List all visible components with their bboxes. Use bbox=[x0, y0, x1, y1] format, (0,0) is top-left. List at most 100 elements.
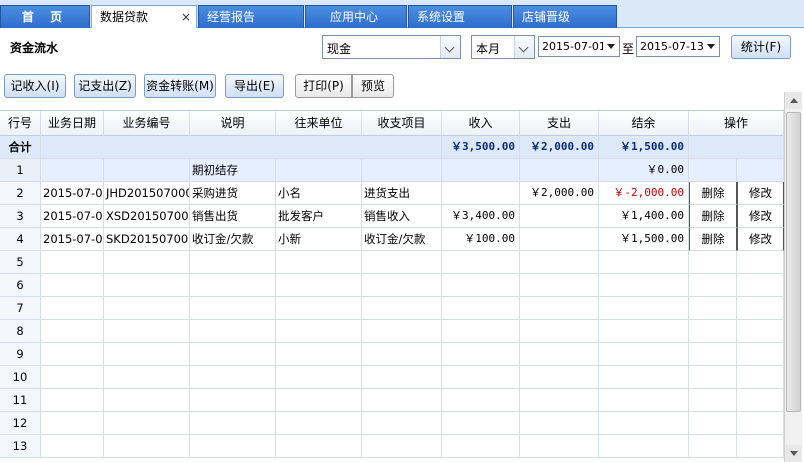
date-cell bbox=[41, 274, 104, 297]
action-cell bbox=[737, 435, 784, 458]
toolbar: 记收入(I) 记支出(Z) 资金转账(M) 导出(E) 打印(P) 预览 bbox=[0, 66, 804, 106]
edit-link[interactable]: 修改 bbox=[737, 205, 784, 228]
item-cell: 销售收入 bbox=[362, 205, 442, 228]
dropdown-arrow-icon[interactable] bbox=[703, 37, 719, 56]
income-cell bbox=[442, 274, 520, 297]
tab-bar: 首 页 数据贷款 × 经营报告 应用中心 系统设置 店铺晋级 bbox=[0, 0, 804, 29]
tab-app-center[interactable]: 应用中心 bbox=[305, 5, 407, 28]
edit-link[interactable]: 修改 bbox=[737, 228, 784, 251]
date-cell: 2015-07-08 bbox=[41, 228, 104, 251]
income-cell bbox=[442, 435, 520, 458]
tab-store-upgrade[interactable]: 店铺晋级 bbox=[513, 5, 617, 28]
table-row[interactable]: 6 bbox=[0, 274, 784, 297]
row-number: 3 bbox=[0, 205, 41, 228]
item-cell bbox=[362, 251, 442, 274]
party-cell bbox=[276, 412, 362, 435]
date-from-picker[interactable]: 2015-07-01 bbox=[538, 36, 620, 57]
action-cell bbox=[689, 320, 737, 343]
tab-business-report[interactable]: 经营报告 bbox=[198, 5, 304, 28]
description-cell bbox=[190, 343, 276, 366]
table-row[interactable]: 11 bbox=[0, 389, 784, 412]
row-number: 4 bbox=[0, 228, 41, 251]
balance-cell bbox=[599, 435, 689, 458]
action-cell bbox=[689, 343, 737, 366]
opening-balance-row[interactable]: 1 期初结存 ￥0.00 bbox=[0, 159, 784, 182]
fund-transfer-button[interactable]: 资金转账(M) bbox=[144, 74, 216, 98]
tab-home[interactable]: 首 页 bbox=[0, 5, 90, 28]
scroll-thumb[interactable] bbox=[786, 112, 801, 412]
column-header: 往来单位 bbox=[276, 111, 362, 136]
totals-actions-spacer bbox=[689, 136, 784, 159]
action-cell bbox=[737, 297, 784, 320]
tab-system-settings[interactable]: 系统设置 bbox=[408, 5, 512, 28]
item-cell bbox=[362, 343, 442, 366]
delete-link[interactable]: 删除 bbox=[689, 205, 737, 228]
date-range-to-label: 至 bbox=[622, 42, 635, 56]
date-cell bbox=[41, 389, 104, 412]
row-number: 2 bbox=[0, 182, 41, 205]
item-cell: 进货支出 bbox=[362, 182, 442, 205]
action-cell bbox=[737, 343, 784, 366]
scroll-up-icon[interactable] bbox=[785, 92, 802, 109]
date-cell bbox=[41, 412, 104, 435]
edit-link[interactable]: 修改 bbox=[737, 182, 784, 205]
action-cell bbox=[737, 366, 784, 389]
scroll-down-icon[interactable] bbox=[785, 445, 802, 462]
expense-cell bbox=[520, 412, 599, 435]
table-row[interactable]: 13 bbox=[0, 435, 784, 458]
action-cell bbox=[737, 412, 784, 435]
code-cell bbox=[104, 343, 190, 366]
stats-button[interactable]: 统计(F) bbox=[731, 35, 791, 59]
action-cell bbox=[689, 159, 737, 182]
preview-button[interactable]: 预览 bbox=[352, 74, 394, 98]
page-title: 资金流水 bbox=[10, 41, 59, 55]
account-select[interactable]: 现金 bbox=[322, 35, 461, 59]
table-row[interactable]: 7 bbox=[0, 297, 784, 320]
row-number: 1 bbox=[0, 159, 41, 182]
column-header: 业务日期 bbox=[41, 111, 104, 136]
delete-link[interactable]: 删除 bbox=[689, 182, 737, 205]
row-number: 8 bbox=[0, 320, 41, 343]
date-to-picker[interactable]: 2015-07-13 bbox=[636, 36, 720, 57]
party-cell: 小新 bbox=[276, 228, 362, 251]
dropdown-arrow-icon[interactable] bbox=[603, 37, 619, 56]
print-button[interactable]: 打印(P) bbox=[295, 74, 352, 98]
expense-cell bbox=[520, 320, 599, 343]
description-cell bbox=[190, 274, 276, 297]
action-cell bbox=[737, 320, 784, 343]
vertical-scrollbar[interactable] bbox=[784, 92, 802, 462]
close-icon[interactable]: × bbox=[181, 6, 191, 28]
balance-cell: ￥0.00 bbox=[599, 159, 689, 182]
party-cell bbox=[276, 297, 362, 320]
tab-data-loan[interactable]: 数据贷款 × bbox=[91, 5, 197, 29]
balance-cell bbox=[599, 412, 689, 435]
income-cell: ￥3,400.00 bbox=[442, 205, 520, 228]
chevron-down-icon[interactable] bbox=[514, 36, 534, 58]
table-row[interactable]: 8 bbox=[0, 320, 784, 343]
table-row[interactable]: 3 2015-07-08 XSD2015070002 销售出货 批发客户 销售收… bbox=[0, 205, 784, 228]
balance-cell bbox=[599, 389, 689, 412]
income-cell bbox=[442, 320, 520, 343]
record-income-button[interactable]: 记收入(I) bbox=[4, 74, 66, 98]
item-cell bbox=[362, 435, 442, 458]
export-button[interactable]: 导出(E) bbox=[225, 74, 284, 98]
period-select[interactable]: 本月 bbox=[471, 35, 535, 59]
table-row[interactable]: 5 bbox=[0, 251, 784, 274]
table-row[interactable]: 12 bbox=[0, 412, 784, 435]
chevron-down-icon[interactable] bbox=[440, 36, 460, 58]
delete-link[interactable]: 删除 bbox=[689, 228, 737, 251]
description-cell bbox=[190, 297, 276, 320]
balance-cell bbox=[599, 251, 689, 274]
table-row[interactable]: 9 bbox=[0, 343, 784, 366]
row-number: 10 bbox=[0, 366, 41, 389]
party-cell bbox=[276, 320, 362, 343]
record-expense-button[interactable]: 记支出(Z) bbox=[74, 74, 136, 98]
expense-cell bbox=[520, 159, 599, 182]
table-row[interactable]: 2 2015-07-08 JHD2015070001 采购进货 小名 进货支出 … bbox=[0, 182, 784, 205]
item-cell bbox=[362, 366, 442, 389]
table-row[interactable]: 4 2015-07-08 SKD2015070001 收订金/欠款 小新 收订金… bbox=[0, 228, 784, 251]
column-header: 行号 bbox=[0, 111, 41, 136]
expense-cell bbox=[520, 366, 599, 389]
row-number: 7 bbox=[0, 297, 41, 320]
table-row[interactable]: 10 bbox=[0, 366, 784, 389]
